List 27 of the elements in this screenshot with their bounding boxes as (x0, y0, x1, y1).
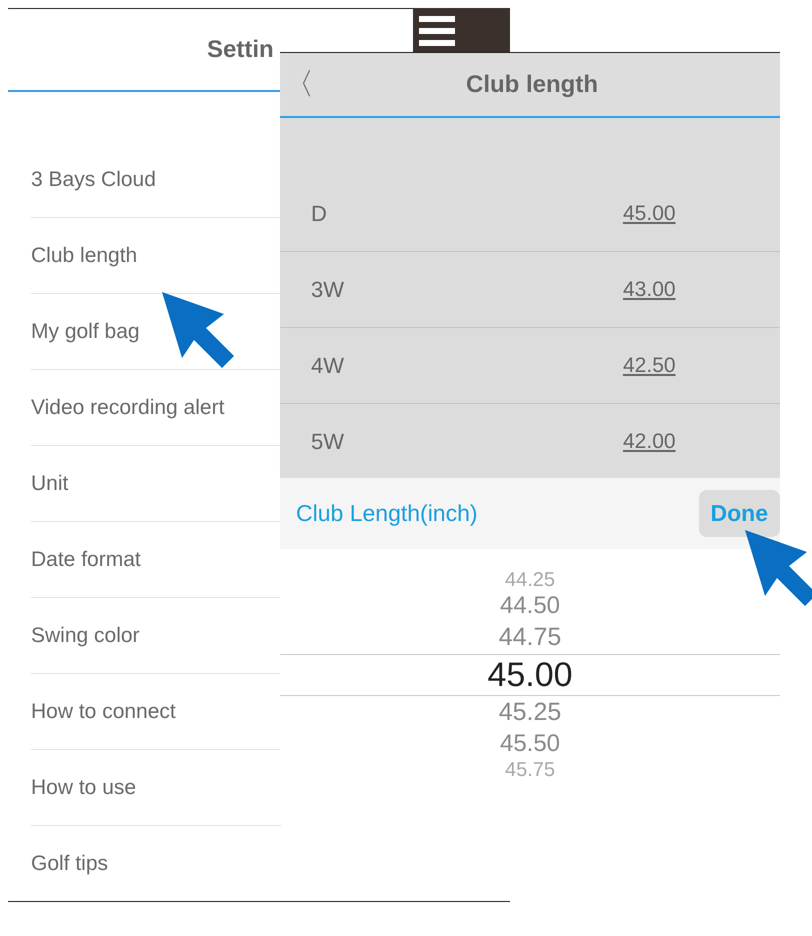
settings-item[interactable]: Golf tips (31, 826, 281, 901)
screen-title: Club length (465, 70, 599, 99)
picker-value[interactable]: 45.75 (280, 759, 780, 781)
screen-title: Settin (207, 36, 274, 64)
club-name: D (311, 200, 328, 227)
club-length-value[interactable]: 43.00 (623, 278, 676, 302)
picker-label: Club Length(inch) (296, 500, 478, 528)
club-length-value[interactable]: 42.00 (623, 430, 676, 454)
picker-value[interactable]: 45.00 (280, 654, 780, 696)
picker-value[interactable]: 44.25 (280, 569, 780, 591)
pointer-arrow-icon (745, 530, 812, 606)
club-name: 4W (311, 352, 345, 379)
picker-value[interactable]: 44.50 (280, 591, 780, 621)
club-name: 5W (311, 428, 345, 455)
club-name: 3W (311, 276, 345, 303)
picker-value[interactable]: 45.25 (280, 696, 780, 729)
picker-value[interactable]: 44.75 (280, 621, 780, 654)
club-row[interactable]: D 45.00 (280, 176, 780, 252)
picker-value[interactable]: 45.50 (280, 729, 780, 759)
back-button[interactable]: 〈 (280, 70, 324, 100)
club-length-value[interactable]: 42.50 (623, 354, 676, 378)
done-button[interactable]: Done (698, 490, 780, 538)
menu-icon (419, 14, 455, 48)
club-row[interactable]: 3W 43.00 (280, 252, 780, 328)
club-length-value[interactable]: 45.00 (623, 202, 676, 226)
pointer-arrow-icon (162, 292, 234, 368)
club-row[interactable]: 4W 42.50 (280, 328, 780, 404)
